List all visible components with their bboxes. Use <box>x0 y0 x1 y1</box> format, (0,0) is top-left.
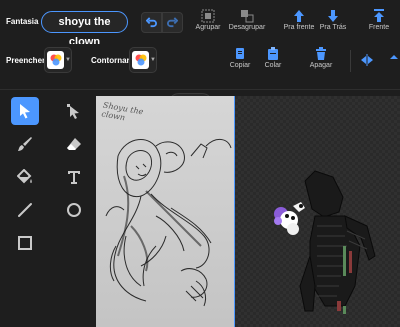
line-icon <box>18 203 32 217</box>
eraser-icon <box>67 138 81 150</box>
chevron-down-icon: ▼ <box>65 57 71 63</box>
front-button[interactable]: Frente <box>366 8 392 31</box>
reshape-tool[interactable] <box>60 97 88 125</box>
forward-label: Pra frente <box>283 24 315 31</box>
rectangle-icon <box>18 236 32 250</box>
bring-to-front-icon <box>374 9 384 22</box>
circle-tool[interactable] <box>60 196 88 224</box>
redo-icon <box>167 17 178 28</box>
group-button[interactable]: Agrupar <box>195 8 221 31</box>
flip-horizontal-icon <box>361 54 373 66</box>
chevron-down-icon: ▼ <box>150 57 156 63</box>
reshape-icon <box>67 104 79 119</box>
line-tool[interactable] <box>11 196 39 224</box>
backward-label: Pra Trás <box>319 24 347 31</box>
paste-button[interactable]: Colar <box>261 46 285 69</box>
tool-palette <box>0 90 96 327</box>
paint-canvas[interactable]: Shoyu the clown <box>96 96 400 327</box>
select-tool[interactable] <box>11 97 39 125</box>
delete-button[interactable]: Apagar <box>307 46 335 69</box>
select-arrow-icon <box>20 104 30 119</box>
paint-bucket-icon <box>17 169 32 184</box>
front-label: Frente <box>368 24 390 31</box>
eraser-tool[interactable] <box>60 130 88 158</box>
backward-button[interactable]: Pra Trás <box>318 8 348 31</box>
rectangle-tool[interactable] <box>11 229 39 257</box>
brush-icon <box>18 137 32 151</box>
flip-horizontal-button[interactable] <box>359 52 375 68</box>
redo-button[interactable] <box>162 12 183 33</box>
outline-label: Contornar <box>91 56 130 65</box>
arrow-up-icon <box>294 10 304 22</box>
group-icon <box>201 9 215 23</box>
sketch-photo: Shoyu the clown <box>96 96 234 327</box>
flip-vertical-button[interactable] <box>388 52 400 68</box>
trash-icon <box>316 47 326 60</box>
paste-label: Colar <box>264 62 282 69</box>
paste-icon <box>268 47 278 60</box>
fill-color-picker[interactable]: ▼ <box>44 47 72 73</box>
copy-label: Copiar <box>229 62 251 69</box>
sprite-figure <box>274 170 376 314</box>
copy-button[interactable]: Copiar <box>228 46 252 69</box>
arrow-down-icon <box>328 10 338 22</box>
copy-icon <box>236 48 244 59</box>
outline-color-picker[interactable]: ▼ <box>129 47 157 73</box>
color-palette-icon <box>135 54 147 66</box>
toolbar-row-2: Preencher ▼ Contornar ▼ 0 Copiar Colar A… <box>0 44 400 115</box>
ungroup-label: Desagrupar <box>228 24 266 31</box>
dark-sprite-photo <box>235 96 400 327</box>
color-palette-icon <box>50 54 62 66</box>
group-label: Agrupar <box>195 24 221 31</box>
forward-button[interactable]: Pra frente <box>282 8 316 31</box>
undo-button[interactable] <box>141 12 162 33</box>
ungroup-button[interactable]: Desagrupar <box>227 8 267 31</box>
circle-icon <box>67 203 81 217</box>
ungroup-icon <box>241 10 254 23</box>
undo-icon <box>146 17 157 28</box>
delete-label: Apagar <box>309 62 333 69</box>
text-icon <box>68 171 80 184</box>
costume-name-input[interactable]: shoyu the clown <box>41 11 128 48</box>
brush-tool[interactable] <box>11 130 39 158</box>
divider <box>350 50 351 72</box>
fill-label: Preencher <box>6 56 46 65</box>
sketch-drawing <box>105 139 232 307</box>
fill-tool[interactable] <box>11 163 39 191</box>
costume-label: Fantasia <box>6 17 39 26</box>
toolbar-row-1: Fantasia shoyu the clown Agrupar Desagru… <box>0 0 400 48</box>
text-tool[interactable] <box>60 163 88 191</box>
flip-vertical-icon <box>390 55 398 59</box>
